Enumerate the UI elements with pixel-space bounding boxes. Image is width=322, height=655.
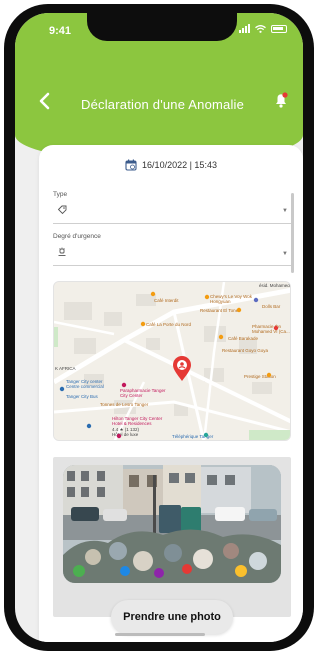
back-button[interactable]	[37, 91, 55, 111]
notification-bell-icon[interactable]	[273, 91, 289, 109]
report-datetime: 16/10/2022 | 15:43	[142, 160, 217, 170]
status-icons	[239, 24, 287, 33]
page-title: Déclaration d'une Anomalie	[81, 97, 245, 112]
app-screen: 9:41 Déclaration d'une Anomalie 16/10/20…	[15, 13, 303, 642]
urgency-label: Degré d'urgence	[53, 233, 101, 240]
scrollbar[interactable]	[291, 193, 294, 273]
phone-frame: 9:41 Déclaration d'une Anomalie 16/10/20…	[4, 4, 314, 651]
home-indicator	[115, 633, 205, 636]
type-select[interactable]	[53, 223, 291, 224]
calendar-icon	[125, 159, 137, 171]
tag-icon	[57, 205, 67, 215]
type-label: Type	[53, 191, 68, 198]
urgency-icon	[58, 247, 66, 256]
battery-icon	[271, 24, 287, 33]
anomaly-photo	[63, 465, 281, 583]
location-marker-icon	[173, 356, 191, 381]
form-card: 16/10/2022 | 15:43 Type ▼ Degré d'urgenc…	[39, 145, 303, 642]
status-time: 9:41	[49, 25, 72, 37]
signal-icon	[239, 24, 250, 33]
urgency-select[interactable]	[53, 265, 291, 266]
type-dropdown-caret-icon[interactable]: ▼	[282, 208, 288, 214]
date-row: 16/10/2022 | 15:43	[39, 159, 303, 171]
urgency-dropdown-caret-icon[interactable]: ▼	[282, 251, 288, 257]
location-map[interactable]: ésid. Mohamed Café Interdit Chewy's Le V…	[53, 281, 291, 441]
take-photo-button[interactable]: Prendre une photo	[111, 600, 233, 634]
photo-panel: Prendre une photo	[53, 457, 291, 634]
wifi-icon	[255, 24, 266, 33]
device-notch	[87, 13, 237, 41]
